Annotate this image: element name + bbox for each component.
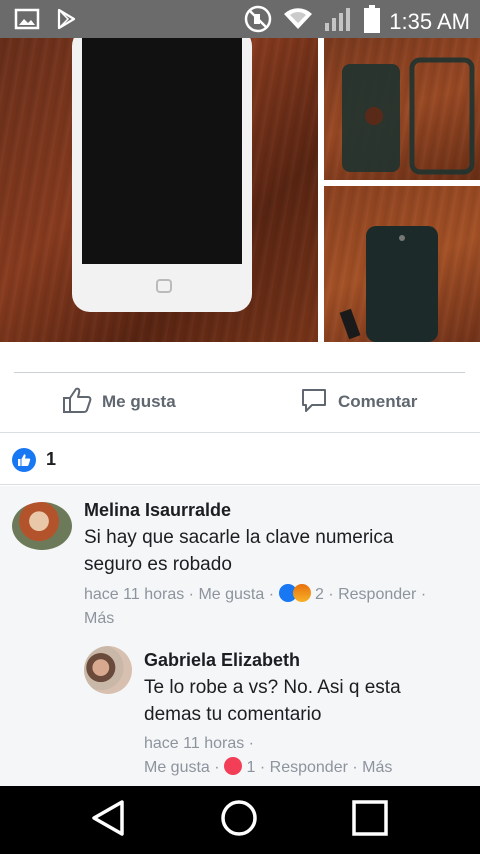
post-photo-grid: [0, 38, 480, 344]
navigation-bar: [0, 786, 480, 854]
like-reaction-icon: [12, 448, 36, 472]
comment-text-line: Te lo robe a vs? No. Asi q esta: [144, 677, 401, 698]
post-photo-cases[interactable]: [324, 38, 480, 180]
wifi-icon: [281, 5, 315, 38]
recents-button[interactable]: [350, 799, 390, 842]
divider: [14, 372, 465, 373]
clock: 1:35 AM: [389, 8, 470, 34]
separator: ·: [420, 586, 427, 603]
comment-reply-link[interactable]: Responder: [338, 586, 416, 603]
comment-reaction-count[interactable]: 2: [315, 586, 324, 603]
comment-reply-link[interactable]: Responder: [270, 759, 348, 776]
separator: ·: [328, 586, 339, 603]
comment-reaction-count[interactable]: 1: [247, 759, 256, 776]
comment-more-link[interactable]: Más: [84, 610, 114, 627]
separator: ·: [268, 586, 279, 603]
back-button[interactable]: [88, 799, 128, 842]
comment-text-line: Si hay que sacarle la clave numerica: [84, 527, 394, 548]
separator: ·: [259, 759, 270, 776]
comment-text: Te lo robe a vs? No. Asi q esta demas tu…: [144, 674, 401, 728]
comment-text: Si hay que sacarle la clave numerica seg…: [84, 524, 393, 578]
no-ringer-icon: [243, 4, 273, 39]
separator: ·: [214, 759, 225, 776]
home-circle-icon: [220, 799, 258, 842]
recents-square-icon: [351, 799, 389, 842]
comment-text-line: seguro es robado: [84, 554, 232, 575]
reaction-count: 1: [46, 449, 57, 469]
comment-like-link[interactable]: Me gusta: [198, 586, 264, 603]
comment-author[interactable]: Melina Isaurralde: [84, 500, 231, 521]
play-store-icon: [54, 7, 78, 36]
thumbs-up-icon: [62, 386, 92, 419]
love-reaction-icon: [224, 757, 243, 775]
back-triangle-icon: [90, 799, 126, 842]
separator: ·: [188, 586, 199, 603]
comment-more-link[interactable]: Más: [362, 759, 392, 776]
post-photo-main[interactable]: [0, 38, 318, 342]
like-label: Me gusta: [102, 392, 176, 411]
image-icon: [14, 7, 40, 36]
angry-reaction-icon: [292, 584, 311, 602]
avatar[interactable]: [12, 502, 72, 550]
comment-time[interactable]: hace 11 horas: [84, 586, 184, 603]
home-button[interactable]: [219, 799, 259, 842]
avatar[interactable]: [84, 646, 132, 694]
reactions-summary[interactable]: 1: [0, 433, 480, 485]
like-button[interactable]: Me gusta: [62, 384, 176, 420]
comment-label: Comentar: [338, 392, 418, 411]
battery-icon: [363, 4, 381, 39]
comment-like-link[interactable]: Me gusta: [144, 759, 210, 776]
comment-text-line: demas tu comentario: [144, 704, 322, 725]
signal-icon: [323, 5, 355, 38]
comment-meta: hace 11 horas · Me gusta · 1 · Responder…: [144, 732, 474, 780]
post-photo-case-back[interactable]: [324, 186, 480, 342]
comment-bubble-icon: [300, 386, 328, 419]
comment-meta: hace 11 horas · Me gusta · 2 · Responder…: [84, 583, 476, 631]
separator: ·: [248, 735, 254, 752]
comments-section: Melina Isaurralde Si hay que sacarle la …: [0, 486, 480, 786]
comment-time[interactable]: hace 11 horas: [144, 735, 244, 752]
status-bar: 1:35 AM: [0, 0, 480, 38]
comment-author[interactable]: Gabriela Elizabeth: [144, 650, 300, 671]
comment-button[interactable]: Comentar: [300, 384, 417, 420]
separator: ·: [352, 759, 363, 776]
